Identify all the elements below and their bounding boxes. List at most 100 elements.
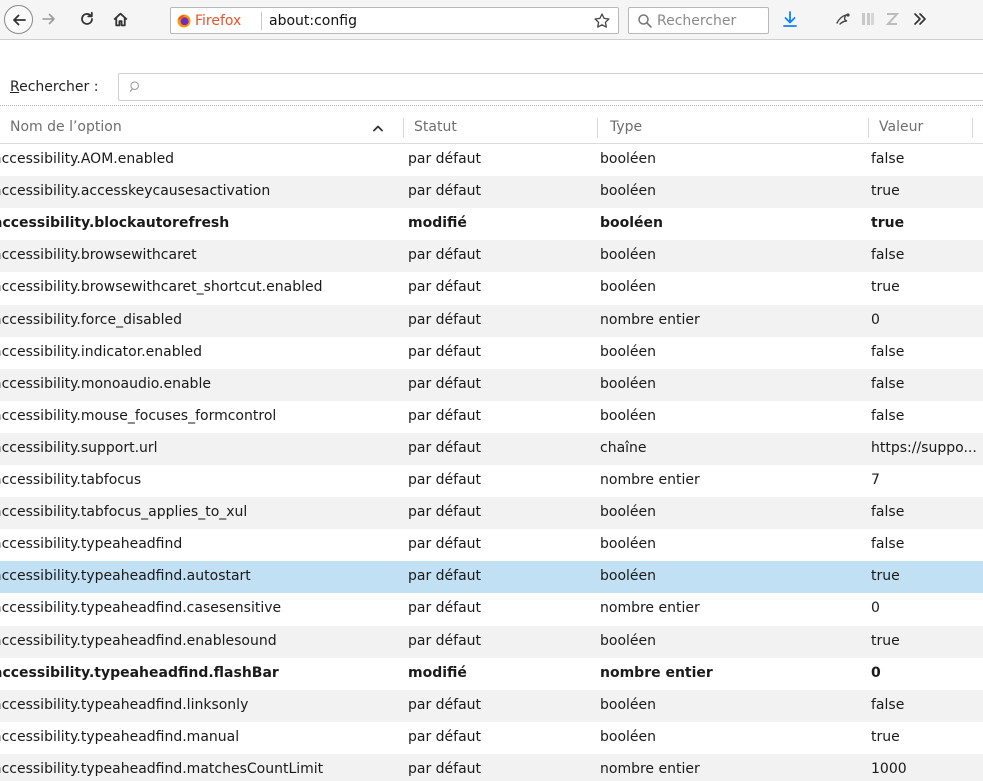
config-filter-input[interactable] [118, 73, 983, 101]
preference-name-cell: accessibility.typeaheadfind.flashBar [0, 665, 279, 681]
preference-name-cell: accessibility.blockautorefresh [0, 215, 230, 231]
table-row[interactable]: accessibility.force_disabled par défaut no… [0, 305, 983, 337]
column-header-name[interactable]: Nom de l’option [10, 119, 122, 135]
table-row[interactable]: accessibility.typeaheadfind.manual par dé… [0, 722, 983, 754]
preference-value-cell: true [871, 633, 900, 649]
identity-label[interactable]: Firefox [195, 13, 241, 29]
preference-value-cell: 0 [871, 665, 881, 681]
url-text[interactable]: about:config [269, 13, 357, 29]
preference-name-cell: accessibility.browsewithcaret_shortcut.e… [0, 279, 323, 295]
library-button[interactable] [834, 9, 854, 29]
table-row[interactable]: accessibility.monoaudio.enable par défaut… [0, 369, 983, 401]
forward-button[interactable] [39, 9, 59, 29]
preference-value-cell: true [871, 729, 900, 745]
library-icon [862, 13, 874, 25]
preference-type-cell: nombre entier [600, 665, 713, 681]
preference-type-cell: nombre entier [600, 312, 700, 328]
reader-button[interactable] [882, 9, 902, 29]
preference-value-cell: 7 [871, 472, 880, 488]
table-row[interactable]: accessibility.typeaheadfind.enablesound p… [0, 626, 983, 658]
table-row[interactable]: accessibility.AOM.enabled par défaut boolé… [0, 144, 983, 176]
column-divider[interactable] [868, 118, 869, 138]
table-row[interactable]: accessibility.accesskeycausesactivation p… [0, 176, 983, 208]
table-row[interactable]: accessibility.tabfocus par défaut nombre e… [0, 465, 983, 497]
table-row[interactable]: accessibility.support.url par défaut chaîn… [0, 433, 983, 465]
home-button[interactable] [110, 9, 130, 29]
preference-type-cell: booléen [600, 279, 657, 295]
preference-type-cell: nombre entier [600, 761, 700, 777]
reload-button[interactable] [77, 9, 97, 29]
firefox-logo-icon [177, 14, 191, 28]
column-divider[interactable] [403, 118, 404, 138]
navigation-toolbar: Firefox about:config Rechercher [0, 0, 983, 40]
preference-name-cell: accessibility.typeaheadfind.linksonly [0, 697, 249, 713]
sidebar-button[interactable] [858, 9, 878, 29]
preference-status-cell: par défaut [408, 536, 482, 552]
preference-status-cell: par défaut [408, 440, 482, 456]
preference-status-cell: par défaut [408, 600, 482, 616]
table-row[interactable]: accessibility.blockautorefresh modifié boo… [0, 208, 983, 240]
config-search-row: Rechercher : [0, 71, 983, 105]
preference-value-cell: false [871, 408, 905, 424]
table-row[interactable]: accessibility.tabfocus_applies_to_xul par… [0, 497, 983, 529]
preference-type-cell: booléen [600, 183, 657, 199]
bookmark-star-icon[interactable] [593, 12, 611, 30]
search-label-accesskey: R [10, 79, 20, 95]
preference-status-cell: par défaut [408, 151, 482, 167]
preference-status-cell: modifié [408, 215, 467, 231]
preference-type-cell: booléen [600, 376, 657, 392]
preference-value-cell: false [871, 151, 905, 167]
preference-status-cell: par défaut [408, 633, 482, 649]
preference-value-cell: 0 [871, 312, 880, 328]
search-placeholder: Rechercher [657, 13, 737, 29]
url-separator [261, 12, 262, 30]
url-bar[interactable]: Firefox about:config [170, 7, 619, 34]
preference-type-cell: booléen [600, 151, 657, 167]
home-icon [113, 12, 127, 26]
preference-value-cell: https://suppo... [871, 440, 977, 456]
table-row[interactable]: accessibility.typeaheadfind.autostart par… [0, 561, 983, 593]
back-arrow-icon [12, 14, 26, 25]
preference-type-cell: booléen [600, 729, 657, 745]
table-row[interactable]: accessibility.typeaheadfind.matchesCount… [0, 754, 983, 781]
table-row[interactable]: accessibility.typeaheadfind par défaut boo… [0, 529, 983, 561]
table-row[interactable]: accessibility.typeaheadfind.flashBar modi… [0, 658, 983, 690]
back-button[interactable] [4, 5, 33, 34]
search-icon [638, 14, 652, 28]
bookmarks-menu-icon [836, 13, 850, 25]
preference-value-cell: true [871, 215, 905, 231]
preference-name-cell: accessibility.accesskeycausesactivation [0, 183, 271, 199]
column-divider[interactable] [597, 118, 598, 138]
preference-name-cell: accessibility.typeaheadfind.autostart [0, 568, 251, 584]
preference-status-cell: par défaut [408, 312, 482, 328]
table-row[interactable]: accessibility.typeaheadfind.linksonly par… [0, 690, 983, 722]
column-header-value[interactable]: Valeur [879, 119, 923, 135]
preference-name-cell: accessibility.force_disabled [0, 312, 183, 328]
sort-ascending-icon[interactable] [372, 122, 384, 134]
web-search-field[interactable]: Rechercher [628, 7, 769, 34]
preference-status-cell: par défaut [408, 279, 482, 295]
table-row[interactable]: accessibility.typeaheadfind.casesensitiv… [0, 593, 983, 625]
preference-type-cell: booléen [600, 697, 657, 713]
table-row[interactable]: accessibility.browsewithcaret_shortcut.e… [0, 272, 983, 304]
preference-status-cell: par défaut [408, 247, 482, 263]
preference-status-cell: par défaut [408, 472, 482, 488]
column-header-status[interactable]: Statut [414, 119, 457, 135]
table-row[interactable]: accessibility.indicator.enabled par défau… [0, 337, 983, 369]
preference-name-cell: accessibility.typeaheadfind.matchesCount… [0, 761, 324, 777]
overflow-menu-button[interactable] [910, 9, 930, 29]
preference-type-cell: booléen [600, 408, 657, 424]
table-row[interactable]: accessibility.mouse_focuses_formcontrol p… [0, 401, 983, 433]
preference-name-cell: accessibility.typeaheadfind.manual [0, 729, 240, 745]
preference-type-cell: booléen [600, 536, 657, 552]
preference-name-cell: accessibility.monoaudio.enable [0, 376, 211, 392]
preference-name-cell: accessibility.support.url [0, 440, 158, 456]
column-header-type[interactable]: Type [610, 119, 642, 135]
downloads-button[interactable] [780, 9, 800, 29]
preference-status-cell: par défaut [408, 376, 482, 392]
preference-name-cell: accessibility.tabfocus [0, 472, 142, 488]
reload-icon [81, 11, 93, 25]
table-row[interactable]: accessibility.browsewithcaret par défaut b… [0, 240, 983, 272]
forward-arrow-icon [42, 13, 55, 25]
column-divider[interactable] [972, 118, 973, 138]
